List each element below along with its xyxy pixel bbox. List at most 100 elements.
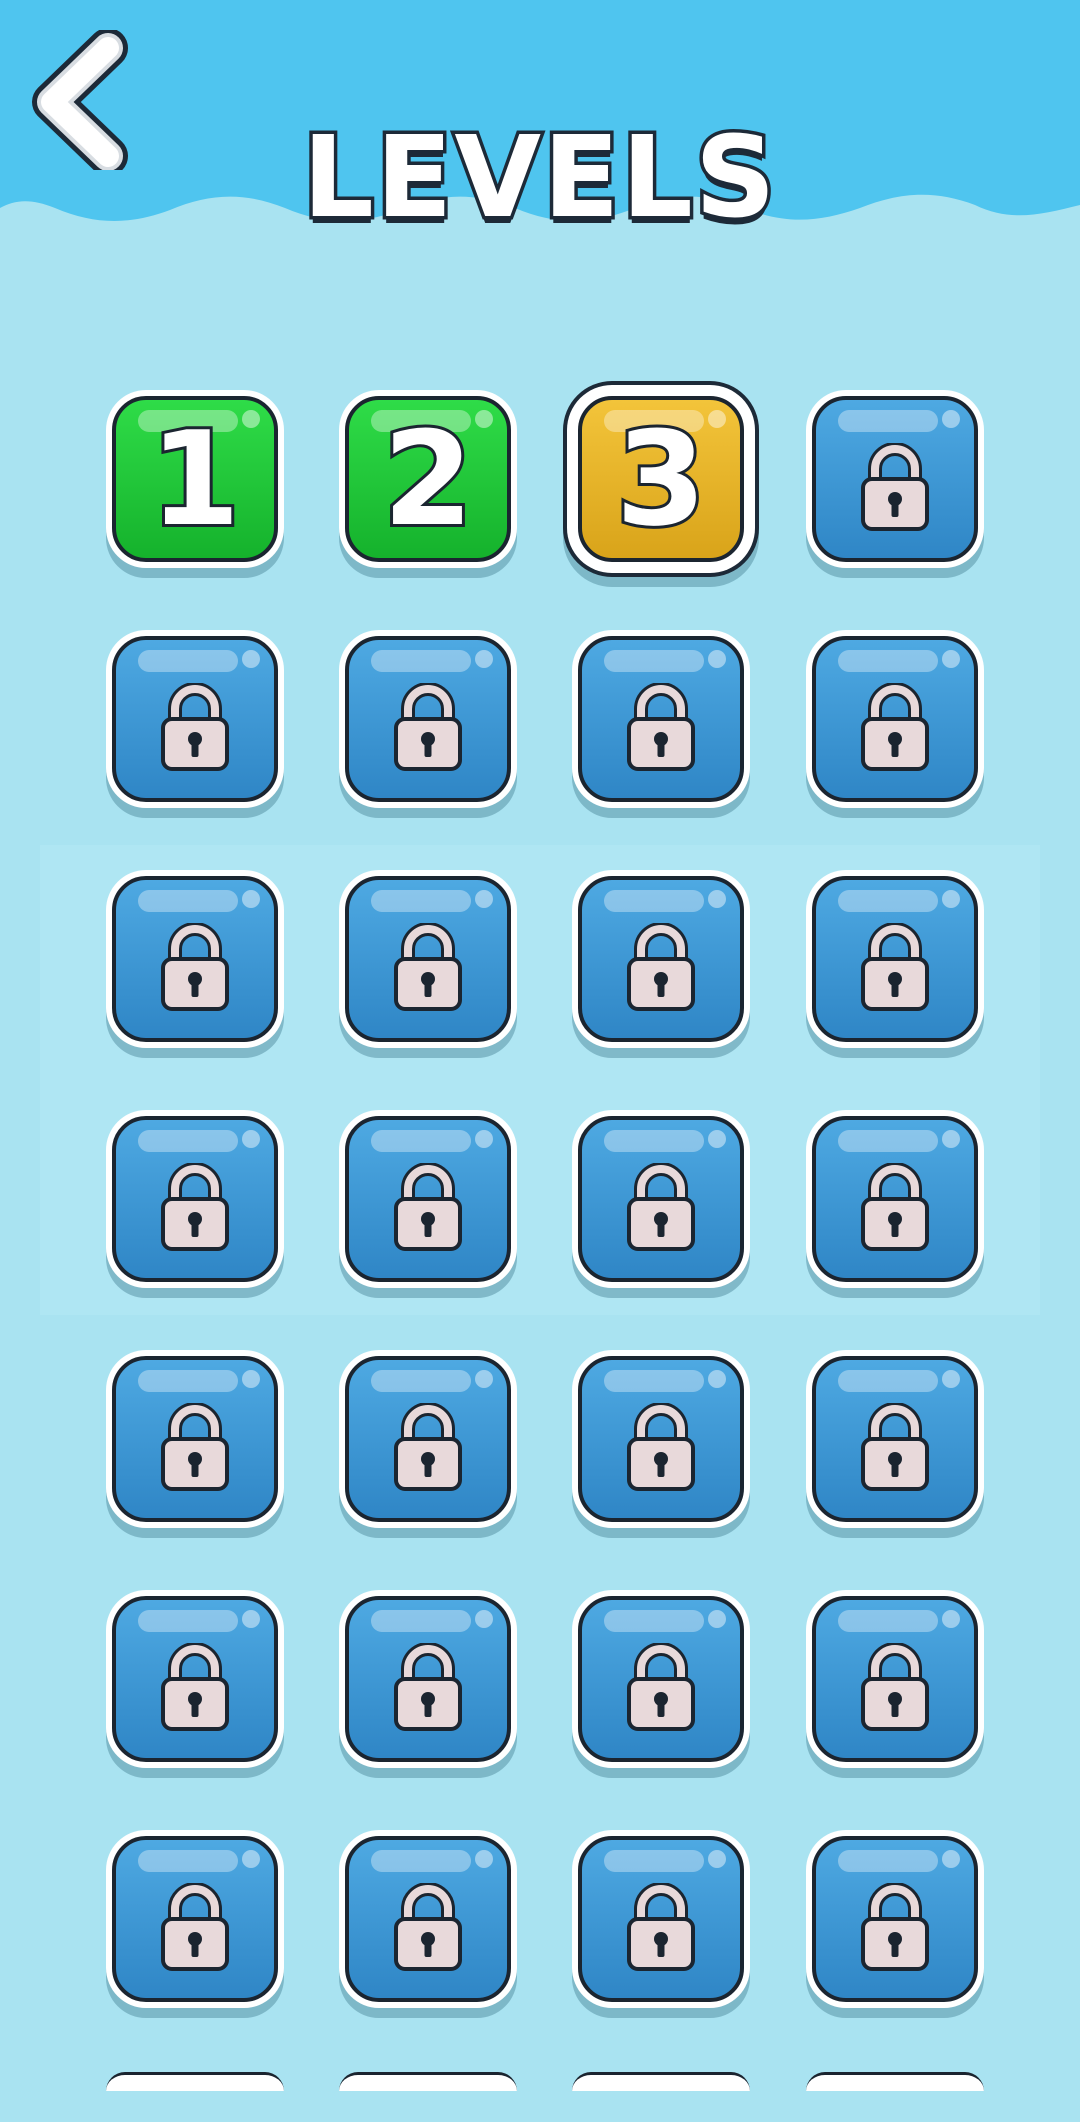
level-button[interactable] (572, 1590, 750, 1768)
tile-shine (371, 1610, 471, 1632)
lock-icon (861, 1403, 929, 1491)
level-button[interactable] (572, 1830, 750, 2008)
level-tile (578, 636, 744, 802)
level-tile (345, 1116, 511, 1282)
lock-icon (394, 1163, 462, 1251)
lock-icon (161, 1403, 229, 1491)
lock-icon (627, 1163, 695, 1251)
lock-icon (861, 923, 929, 1011)
level-tile (812, 396, 978, 562)
level-button[interactable] (339, 1350, 517, 1528)
lock-icon (861, 1163, 929, 1251)
lock-icon (861, 1883, 929, 1971)
tile-shine-dot (942, 890, 960, 908)
level-tile (345, 1836, 511, 2002)
level-number: 1 (147, 400, 243, 558)
lock-icon (627, 1883, 695, 1971)
level-button[interactable] (572, 630, 750, 808)
level-button[interactable] (339, 1590, 517, 1768)
lock-icon (627, 923, 695, 1011)
level-button[interactable] (339, 1110, 517, 1288)
lock-icon (394, 1883, 462, 1971)
level-tile (112, 1836, 278, 2002)
level-tile (112, 1596, 278, 1762)
level-tile: 3 (578, 396, 744, 562)
tile-shine (604, 1850, 704, 1872)
level-button[interactable] (339, 630, 517, 808)
lock-icon (394, 923, 462, 1011)
level-tile (812, 1596, 978, 1762)
level-button[interactable] (806, 390, 984, 568)
level-tile (812, 876, 978, 1042)
lock-icon (161, 923, 229, 1011)
level-tile (578, 1116, 744, 1282)
level-button[interactable] (106, 1350, 284, 1528)
tile-shine (371, 1130, 471, 1152)
tile-shine (604, 650, 704, 672)
level-button[interactable] (572, 1110, 750, 1288)
level-button-partial[interactable] (572, 2072, 750, 2091)
tile-shine (138, 890, 238, 912)
tile-shine (838, 1850, 938, 1872)
level-button[interactable] (806, 1110, 984, 1288)
tile-shine (371, 890, 471, 912)
level-button[interactable] (806, 1590, 984, 1768)
level-tile (112, 1356, 278, 1522)
level-tile (578, 876, 744, 1042)
tile-shine (138, 650, 238, 672)
lock-icon (861, 443, 929, 531)
tile-shine-dot (708, 1370, 726, 1388)
tile-shine-dot (475, 1370, 493, 1388)
level-button-partial[interactable] (106, 2072, 284, 2091)
level-button[interactable] (572, 870, 750, 1048)
tile-shine-dot (475, 890, 493, 908)
level-button-partial[interactable] (806, 2072, 984, 2091)
tile-shine (838, 1370, 938, 1392)
level-tile (112, 636, 278, 802)
tile-shine (138, 1850, 238, 1872)
level-button[interactable]: 3 (572, 390, 750, 568)
tile-shine-dot (242, 650, 260, 668)
level-tile (112, 1116, 278, 1282)
level-tile: 2 (345, 396, 511, 562)
level-button[interactable]: 2 (339, 390, 517, 568)
level-tile (112, 876, 278, 1042)
level-button[interactable] (106, 630, 284, 808)
tile-shine-dot (475, 1130, 493, 1148)
level-button[interactable] (339, 1830, 517, 2008)
lock-icon (861, 683, 929, 771)
level-button[interactable] (572, 1350, 750, 1528)
tile-shine-dot (475, 1610, 493, 1628)
lock-icon (161, 1643, 229, 1731)
level-button-partial[interactable] (339, 2072, 517, 2091)
level-tile (345, 876, 511, 1042)
level-button[interactable] (106, 1590, 284, 1768)
tile-shine (838, 1610, 938, 1632)
level-tile (812, 1836, 978, 2002)
lock-icon (161, 1163, 229, 1251)
level-button[interactable] (806, 1830, 984, 2008)
tile-shine (138, 1610, 238, 1632)
lock-icon (161, 683, 229, 771)
level-tile (812, 1116, 978, 1282)
tile-shine-dot (942, 1610, 960, 1628)
level-button[interactable] (339, 870, 517, 1048)
lock-icon (627, 1403, 695, 1491)
lock-icon (161, 1883, 229, 1971)
level-button[interactable] (106, 1830, 284, 2008)
tile-shine (838, 890, 938, 912)
tile-shine-dot (942, 1130, 960, 1148)
lock-icon (394, 683, 462, 771)
level-button[interactable]: 1 (106, 390, 284, 568)
tile-shine-dot (708, 1610, 726, 1628)
level-button[interactable] (106, 1110, 284, 1288)
level-button[interactable] (806, 1350, 984, 1528)
tile-shine-dot (475, 650, 493, 668)
level-grid: 123 (0, 0, 1080, 2122)
level-tile (812, 636, 978, 802)
level-button[interactable] (806, 630, 984, 808)
tile-shine (371, 1850, 471, 1872)
level-button[interactable] (806, 870, 984, 1048)
level-button[interactable] (106, 870, 284, 1048)
level-tile: 1 (112, 396, 278, 562)
